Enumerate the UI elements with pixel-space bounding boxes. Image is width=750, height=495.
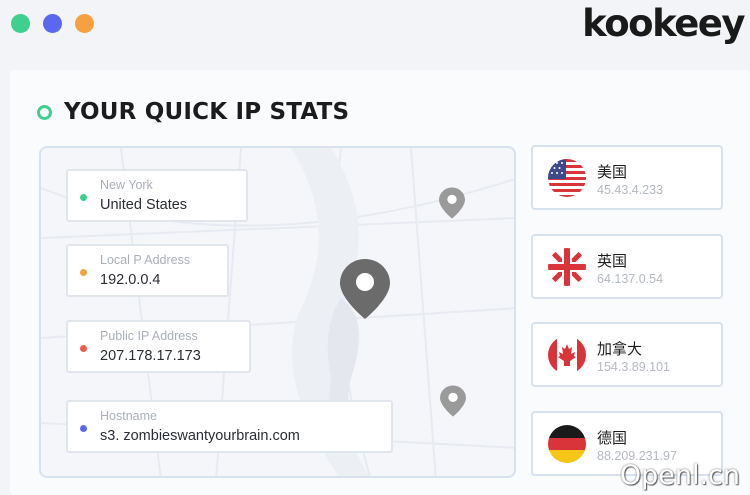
- country-name: 德国: [597, 429, 628, 447]
- stat-value: s3. zombieswantyourbrain.com: [100, 428, 300, 444]
- map-pin-icon[interactable]: [439, 384, 467, 418]
- page-title: YOUR QUICK IP STATS: [64, 99, 350, 125]
- brand-logo: kookeey: [582, 2, 745, 45]
- window-maximize-button[interactable]: [75, 14, 94, 33]
- window-minimize-button[interactable]: [43, 14, 62, 33]
- stat-label: Local P Address: [100, 253, 191, 267]
- title-bar: kookeey: [0, 0, 750, 70]
- stat-label: Public IP Address: [100, 329, 198, 343]
- uk-flag-icon: [548, 248, 586, 286]
- ip-stat-card-location: New York United States: [66, 169, 248, 222]
- status-dot: [80, 269, 87, 276]
- country-ip: 154.3.89.101: [597, 360, 670, 374]
- window-close-button[interactable]: [11, 14, 30, 33]
- country-name: 美国: [597, 163, 628, 181]
- status-dot: [80, 345, 87, 352]
- canada-flag-icon: [548, 336, 586, 374]
- stat-value: United States: [100, 197, 188, 213]
- ip-map[interactable]: New York United States Local P Address 1…: [39, 146, 516, 478]
- status-dot: [80, 194, 87, 201]
- country-ip: 64.137.0.54: [597, 272, 664, 286]
- map-pin-icon[interactable]: [438, 186, 466, 220]
- watermark: Openl.cn: [619, 460, 740, 491]
- ring-icon: [37, 104, 52, 120]
- country-ip: 45.43.4.233: [597, 183, 664, 197]
- stat-value: 192.0.0.4: [100, 272, 161, 288]
- country-card-us[interactable]: 美国 45.43.4.233: [531, 145, 723, 210]
- country-name: 英国: [597, 252, 628, 270]
- map-pin-icon[interactable]: [338, 257, 392, 321]
- section-header: YOUR QUICK IP STATS: [37, 97, 349, 127]
- ip-stat-card-hostname: Hostname s3. zombieswantyourbrain.com: [66, 400, 393, 453]
- stat-label: New York: [100, 178, 153, 192]
- country-card-canada[interactable]: 加拿大 154.3.89.101: [531, 322, 723, 387]
- country-card-uk[interactable]: 英国 64.137.0.54: [531, 234, 723, 299]
- status-dot: [80, 425, 87, 432]
- ip-stat-card-local-ip: Local P Address 192.0.0.4: [66, 244, 229, 297]
- stat-value: 207.178.17.173: [100, 348, 201, 364]
- ip-stat-card-public-ip: Public IP Address 207.178.17.173: [66, 320, 251, 373]
- germany-flag-icon: [548, 425, 586, 463]
- us-flag-icon: [548, 159, 586, 197]
- country-name: 加拿大: [597, 340, 643, 358]
- stat-label: Hostname: [100, 409, 157, 423]
